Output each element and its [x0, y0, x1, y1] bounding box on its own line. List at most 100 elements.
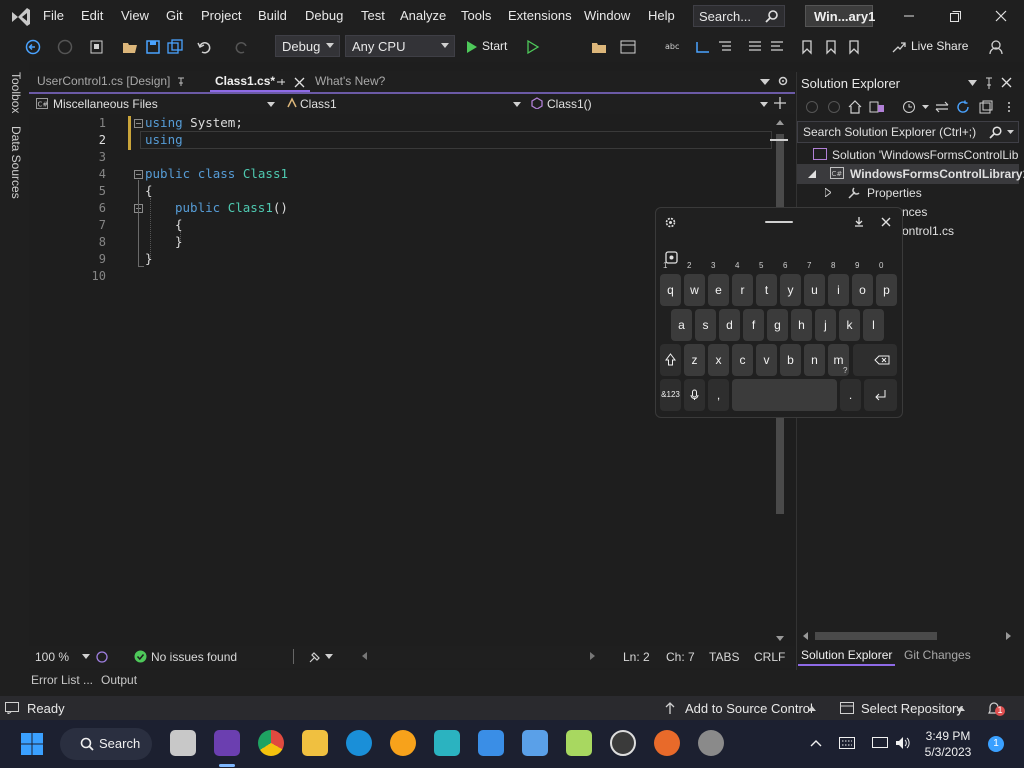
forward-icon[interactable] [56, 38, 74, 56]
shift-key[interactable] [660, 344, 681, 376]
live-share-button[interactable]: Live Share [911, 39, 968, 53]
media-player-icon[interactable] [610, 730, 636, 756]
save-icon[interactable] [144, 38, 162, 56]
repository-caret-icon[interactable] [957, 706, 965, 711]
menu-edit[interactable]: Edit [81, 8, 103, 23]
se-search-options-icon[interactable] [1007, 130, 1014, 134]
save-all-icon[interactable] [166, 38, 184, 56]
hscroll-left-icon[interactable] [362, 652, 367, 660]
windows-start-icon[interactable] [20, 732, 44, 756]
type-dropdown[interactable]: Class1 [300, 97, 337, 111]
spell-check-icon[interactable]: abc [664, 38, 682, 56]
tree-references[interactable]: nces [902, 205, 927, 219]
volume-icon[interactable] [895, 736, 911, 750]
solution-explorer-search[interactable]: Search Solution Explorer (Ctrl+;) [797, 121, 1019, 143]
se-scroll-left-icon[interactable] [803, 632, 808, 640]
se-switch-views-icon[interactable] [869, 100, 885, 114]
prev-bookmark-icon[interactable] [845, 38, 863, 56]
keyboard-tray-icon[interactable] [839, 737, 855, 749]
se-pending-changes-icon[interactable] [902, 100, 916, 114]
add-to-source-control[interactable]: Add to Source Control [685, 701, 813, 716]
symbols-key[interactable]: &123 [660, 379, 681, 411]
search-box[interactable]: Search... [693, 5, 785, 27]
select-repository[interactable]: Select Repository [861, 701, 963, 716]
tab-settings-gear-icon[interactable] [777, 75, 789, 87]
pin-icon[interactable] [176, 76, 186, 86]
redo-icon[interactable] [232, 38, 250, 56]
file-explorer-icon[interactable] [590, 38, 608, 56]
code-cleanup-icon[interactable] [308, 650, 322, 664]
project-dropdown-caret-icon[interactable] [267, 102, 275, 107]
zoom-dropdown-icon[interactable] [82, 654, 90, 659]
bookmark-icon[interactable] [798, 38, 816, 56]
project-dropdown[interactable]: Miscellaneous Files [53, 97, 158, 111]
tab-usercontrol-design[interactable]: UserControl1.cs [Design] [37, 74, 170, 88]
key-d[interactable]: d [719, 309, 740, 341]
undo-icon[interactable] [196, 38, 214, 56]
key-y[interactable]: 6y [780, 262, 801, 306]
tab-solution-explorer[interactable]: Solution Explorer [801, 648, 892, 662]
menu-debug[interactable]: Debug [305, 8, 343, 23]
data-sources-tab[interactable]: Data Sources [9, 126, 23, 199]
key-x[interactable]: x [708, 344, 729, 376]
se-dropdown-icon[interactable] [968, 80, 977, 86]
feedback-icon[interactable] [987, 38, 1005, 56]
key-u[interactable]: 7u [804, 262, 825, 306]
weather-icon[interactable] [390, 730, 416, 756]
line-ending-status[interactable]: CRLF [754, 650, 785, 664]
menu-window[interactable]: Window [584, 8, 630, 23]
edge-icon[interactable] [346, 730, 372, 756]
se-sync-icon[interactable] [935, 100, 949, 114]
expanded-arrow-icon[interactable] [808, 170, 816, 178]
menu-view[interactable]: View [121, 8, 149, 23]
source-control-caret-icon[interactable] [808, 706, 816, 711]
firefox-icon[interactable] [654, 730, 680, 756]
menu-build[interactable]: Build [258, 8, 287, 23]
key-q[interactable]: 1q [660, 262, 681, 306]
key-g[interactable]: g [767, 309, 788, 341]
tree-properties[interactable]: Properties [867, 186, 922, 200]
collapse-toggle-icon[interactable] [134, 119, 143, 128]
settings-gear-icon[interactable] [698, 730, 724, 756]
indent-icon[interactable] [716, 38, 734, 56]
se-home-icon[interactable] [848, 100, 862, 114]
notification-center-badge[interactable]: 1 [988, 736, 1004, 752]
key-v[interactable]: v [756, 344, 777, 376]
se-close-icon[interactable] [1001, 77, 1012, 88]
key-k[interactable]: k [839, 309, 860, 341]
tab-list-dropdown-icon[interactable] [760, 79, 770, 85]
member-dropdown[interactable]: Class1() [547, 97, 592, 111]
maximize-icon[interactable] [947, 8, 963, 24]
notepad-icon[interactable] [522, 730, 548, 756]
se-horizontal-scroll-thumb[interactable] [815, 632, 937, 640]
keyboard-drag-handle[interactable] [765, 221, 793, 223]
key-c[interactable]: c [732, 344, 753, 376]
se-back-icon[interactable] [805, 100, 819, 114]
menu-file[interactable]: File [43, 8, 64, 23]
chrome-icon[interactable] [258, 730, 284, 756]
key-a[interactable]: a [671, 309, 692, 341]
menu-project[interactable]: Project [201, 8, 241, 23]
key-f[interactable]: f [743, 309, 764, 341]
microsoft-store-icon[interactable] [478, 730, 504, 756]
open-folder-icon[interactable] [121, 38, 139, 56]
key-s[interactable]: s [695, 309, 716, 341]
key-i[interactable]: 8i [828, 262, 849, 306]
dictation-key[interactable] [684, 379, 705, 411]
key-n[interactable]: n [804, 344, 825, 376]
se-pending-caret-icon[interactable] [922, 105, 929, 109]
se-refresh-icon[interactable] [956, 100, 970, 114]
tree-solution[interactable]: Solution 'WindowsFormsControlLib [832, 148, 1018, 162]
keyboard-dock-icon[interactable] [853, 216, 865, 228]
minimize-icon[interactable] [901, 8, 917, 24]
cleanup-dropdown-icon[interactable] [325, 654, 333, 659]
enter-key[interactable] [864, 379, 897, 411]
app-icon-teal[interactable] [434, 730, 460, 756]
start-play-icon[interactable] [463, 38, 481, 56]
clock-date[interactable]: 5/3/2023 [918, 745, 978, 759]
tab-git-changes[interactable]: Git Changes [904, 648, 971, 662]
member-dropdown-caret-icon[interactable] [760, 102, 768, 107]
solution-title-badge[interactable]: Win...ary1 [805, 5, 875, 27]
tab-error-list[interactable]: Error List ... [31, 673, 93, 687]
scroll-down-icon[interactable] [776, 636, 784, 641]
